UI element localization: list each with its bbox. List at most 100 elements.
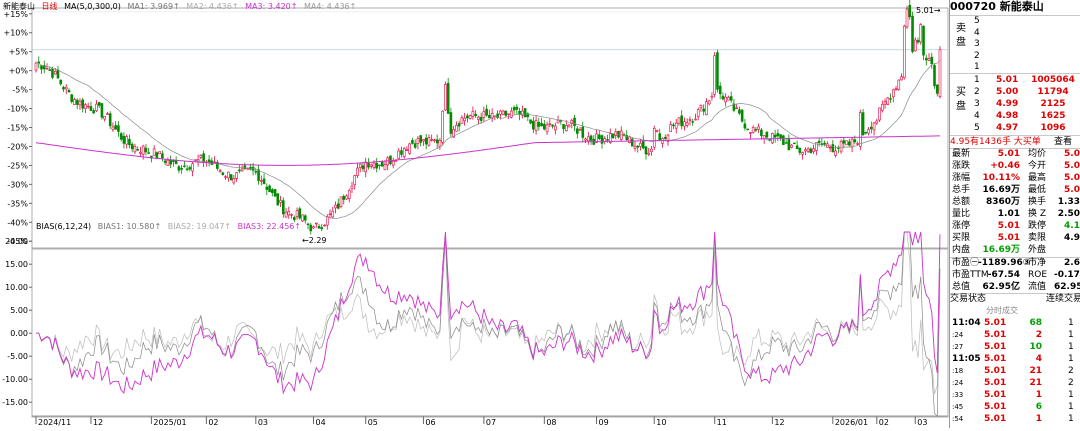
sell-level-row[interactable]: 3 xyxy=(974,39,980,50)
candle-body xyxy=(339,196,343,207)
y-tick-label: -35% xyxy=(7,199,28,208)
candle-body xyxy=(897,79,901,90)
candle-body xyxy=(133,145,137,153)
candle-body xyxy=(930,56,934,65)
tick-time: :24 xyxy=(952,331,964,339)
candle-body xyxy=(663,137,667,139)
buy-level-row[interactable]: 2 5.00 11794 xyxy=(974,86,1080,98)
sell-level-row[interactable]: 1 xyxy=(974,62,980,73)
x-tick-label: 02 xyxy=(879,418,889,427)
sell-level-row[interactable]: 2 xyxy=(974,51,980,62)
buy-level-row[interactable]: 1 5.01 1005064 xyxy=(974,74,1080,86)
candle-body xyxy=(323,224,326,227)
candle-body xyxy=(573,117,576,127)
candle-body xyxy=(856,143,859,145)
x-tick-label: 12 xyxy=(93,418,103,427)
candle-body xyxy=(691,121,695,123)
candle-body xyxy=(787,139,791,151)
candle-body xyxy=(683,121,686,127)
buy-level-row[interactable]: 3 4.99 2125 xyxy=(974,98,1080,110)
candle-body xyxy=(356,167,359,176)
candle-body xyxy=(499,110,502,115)
stat-row: 涨跌 +0.46 今开 5.0 xyxy=(950,160,1080,172)
candle-body xyxy=(372,162,376,168)
candle-body xyxy=(114,125,117,130)
candle-body xyxy=(501,110,505,115)
candle-body xyxy=(238,169,241,172)
candle-body xyxy=(122,135,126,144)
candle-body xyxy=(674,122,678,129)
bias-y-tick-label: -15.00 xyxy=(2,398,28,407)
stat-value: 1.01 xyxy=(997,209,1020,219)
fin-value: 62.95亿 xyxy=(1054,282,1080,292)
candle-body xyxy=(790,144,793,148)
candle-body xyxy=(136,149,139,151)
candle-body xyxy=(89,106,93,111)
candle-body xyxy=(438,140,442,147)
candle-body xyxy=(92,110,96,114)
x-tick-label: 12 xyxy=(774,418,784,427)
candle-body xyxy=(611,133,615,139)
period-label[interactable]: 日线 xyxy=(42,2,58,11)
candle-body xyxy=(793,142,796,145)
tick-price: 5.01 xyxy=(984,366,1007,376)
candle-body xyxy=(262,178,266,185)
fin-value: -67.54 xyxy=(987,270,1020,280)
candle-body xyxy=(254,171,258,173)
buy-level-row[interactable]: 4 4.98 1625 xyxy=(974,110,1080,122)
candle-body xyxy=(677,117,681,124)
fin-key: 市盈㊀ xyxy=(952,258,980,268)
bias1-value: BIAS1: 10.580↑ xyxy=(97,222,162,231)
tick-row: :33 5.01 1 1 xyxy=(950,389,1080,401)
kline-svg[interactable]: +15%+10%+5%+0%-5%-10%-15%-20%-25%-30%-35… xyxy=(0,0,950,428)
view-link[interactable]: 查看 xyxy=(1054,136,1072,148)
candle-body xyxy=(284,211,288,218)
candle-body xyxy=(84,104,87,109)
candle-body xyxy=(515,106,519,110)
stat-key: 最低 xyxy=(1028,185,1047,195)
tick-time: 11:05 xyxy=(952,354,981,364)
candle-body xyxy=(59,79,63,85)
ticks-header-row[interactable]: 分时成交 xyxy=(950,305,1080,317)
sell-level-row[interactable]: 4 xyxy=(974,28,980,39)
candle-body xyxy=(301,214,304,222)
candle-body xyxy=(97,102,101,106)
candle-body xyxy=(823,142,826,145)
x-tick-label: 08 xyxy=(546,418,556,427)
tick-row: :24 5.01 2 1 xyxy=(950,329,1080,341)
candle-body xyxy=(375,162,379,169)
ticks-header[interactable]: 分时成交 xyxy=(986,305,1018,317)
candle-body xyxy=(260,180,263,182)
stat-value: 5.01 xyxy=(997,233,1020,243)
buy-level-row[interactable]: 5 4.97 1096 xyxy=(974,122,1080,134)
candle-body xyxy=(70,94,74,102)
stat-key: 买限 xyxy=(952,233,971,243)
stat-key: 总额 xyxy=(952,197,971,207)
candle-body xyxy=(735,107,738,109)
tick-price: 5.01 xyxy=(984,378,1007,388)
x-tick-label: 03 xyxy=(258,418,268,427)
candle-body xyxy=(817,140,821,143)
stat-row: 买限 5.01 卖限 4.9 xyxy=(950,232,1080,244)
candle-body xyxy=(529,119,532,124)
stat-row: 涨停 5.01 跌停 4.1 xyxy=(950,220,1080,232)
big-order-row[interactable]: 4.95有1436手 大买单 查看 xyxy=(950,136,1080,148)
tick-row: 11:05 5.01 4 1 xyxy=(950,353,1080,365)
candle-body xyxy=(696,109,700,118)
candle-body xyxy=(130,143,134,150)
candle-body xyxy=(867,129,870,134)
sell-level-row[interactable]: 5 xyxy=(974,16,980,27)
buy-price: 5.00 xyxy=(996,87,1019,97)
candle-body xyxy=(119,133,123,140)
candle-body xyxy=(174,160,178,165)
fin-key: 市净 xyxy=(1028,258,1047,268)
fin-value: -1189.96③ xyxy=(978,258,1031,268)
kline-chart-area[interactable]: +15% +10% +5% +0% -5% -10% -15% -20% -25% -30% -35… xyxy=(0,0,950,428)
candle-body xyxy=(746,128,749,131)
y-tick-label: -40% xyxy=(7,218,28,227)
candle-body xyxy=(927,58,931,61)
candle-body xyxy=(466,115,469,119)
candle-body xyxy=(166,159,170,166)
candle-body xyxy=(394,160,398,162)
stock-header: 000720 新能泰山 xyxy=(950,1,1080,15)
